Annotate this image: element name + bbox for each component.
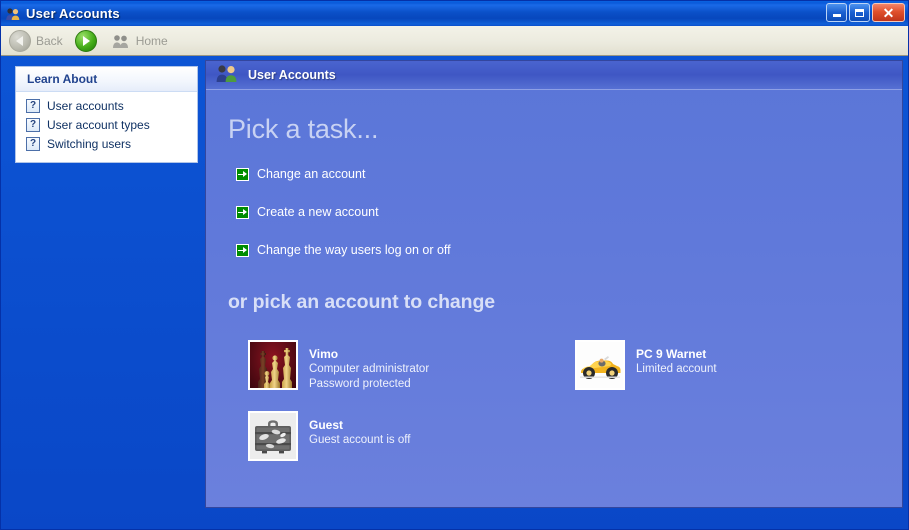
account-text: Vimo Computer administrator Password pro… (309, 340, 429, 392)
home-button-label: Home (135, 33, 168, 48)
user-accounts-window: User Accounts ✕ Back Home Learn About ? … (0, 0, 909, 530)
account-text: PC 9 Warnet Limited account (636, 340, 717, 377)
task-change-the-way-users-log-on-or-off[interactable]: Change the way users log on or off (236, 243, 902, 257)
account-tile-guest[interactable]: Guest Guest account is off (248, 410, 578, 461)
pick-a-task-heading: Pick a task... (228, 114, 379, 144)
two-users-icon (214, 63, 240, 88)
minimize-button[interactable] (826, 3, 847, 22)
learn-about-panel: Learn About ? User accounts ? User accou… (15, 66, 198, 163)
account-row: Guest Guest account is off (248, 410, 902, 480)
content-scroll-area: Pick a task... Change an account Create … (206, 90, 902, 507)
navigation-toolbar: Back Home (1, 26, 908, 56)
account-type: Computer administrator (309, 363, 430, 375)
back-button[interactable]: Back (9, 29, 63, 52)
task-label: Change the way users log on or off (257, 243, 451, 257)
learn-about-title: Learn About (27, 72, 98, 86)
maximize-button[interactable] (849, 3, 870, 22)
forward-arrow-icon (74, 29, 97, 52)
chess-pieces-picture (248, 340, 298, 390)
help-question-icon: ? (26, 118, 40, 132)
sidebar: Learn About ? User accounts ? User accou… (6, 60, 205, 508)
home-button[interactable]: Home (103, 33, 168, 49)
content-header-title: User Accounts (248, 68, 336, 82)
green-arrow-icon (236, 167, 249, 181)
sidebar-link-user-account-types[interactable]: ? User account types (26, 116, 191, 135)
back-button-label: Back (36, 33, 63, 48)
help-question-icon: ? (26, 137, 40, 151)
window-bottom-border (1, 513, 908, 529)
account-tile-vimo[interactable]: Vimo Computer administrator Password pro… (248, 340, 575, 392)
minimize-icon (832, 13, 841, 17)
sidebar-link-switching-users[interactable]: ? Switching users (26, 135, 191, 154)
green-arrow-icon (236, 243, 249, 257)
account-row: Vimo Computer administrator Password pro… (248, 340, 902, 411)
main-content: User Accounts Pick a task... Change an a… (205, 60, 903, 508)
task-create-a-new-account[interactable]: Create a new account (236, 205, 902, 219)
title-bar: User Accounts ✕ (1, 1, 908, 26)
content-header: User Accounts (206, 61, 902, 90)
sidebar-link-user-accounts[interactable]: ? User accounts (26, 97, 191, 116)
account-list: Vimo Computer administrator Password pro… (248, 340, 902, 480)
race-car-picture (575, 340, 625, 390)
green-arrow-icon (236, 205, 249, 219)
sidebar-link-label: User account types (47, 118, 150, 132)
account-status: Guest account is off (309, 433, 411, 446)
account-type: Limited account (636, 363, 717, 375)
account-name: Guest (309, 417, 344, 432)
home-users-icon (111, 33, 131, 49)
suitcase-picture (248, 410, 298, 461)
pick-an-account-heading: or pick an account to change (228, 291, 496, 313)
window-body: Learn About ? User accounts ? User accou… (1, 56, 908, 513)
task-label: Create a new account (257, 205, 379, 219)
user-accounts-icon (5, 6, 21, 22)
account-name: PC 9 Warnet (636, 347, 707, 361)
window-controls: ✕ (826, 3, 905, 22)
close-icon: ✕ (882, 4, 895, 21)
sidebar-link-label: User accounts (47, 99, 124, 113)
account-password-status: Password protected (309, 377, 411, 390)
forward-button[interactable] (69, 29, 97, 52)
learn-about-panel-header: Learn About (16, 67, 197, 92)
task-label: Change an account (257, 167, 366, 181)
account-tile-pc-9-warnet[interactable]: PC 9 Warnet Limited account (575, 340, 902, 392)
learn-about-links: ? User accounts ? User account types ? S… (16, 92, 197, 162)
maximize-icon (855, 8, 864, 17)
help-question-icon: ? (26, 99, 40, 113)
window-title: User Accounts (26, 6, 120, 21)
account-text: Guest Guest account is off (309, 411, 410, 448)
sidebar-link-label: Switching users (47, 137, 132, 151)
back-arrow-icon (9, 29, 31, 52)
task-change-an-account[interactable]: Change an account (236, 167, 902, 181)
close-button[interactable]: ✕ (872, 3, 905, 22)
account-name: Vimo (309, 347, 339, 361)
task-list: Change an account Create a new account C… (236, 167, 902, 257)
